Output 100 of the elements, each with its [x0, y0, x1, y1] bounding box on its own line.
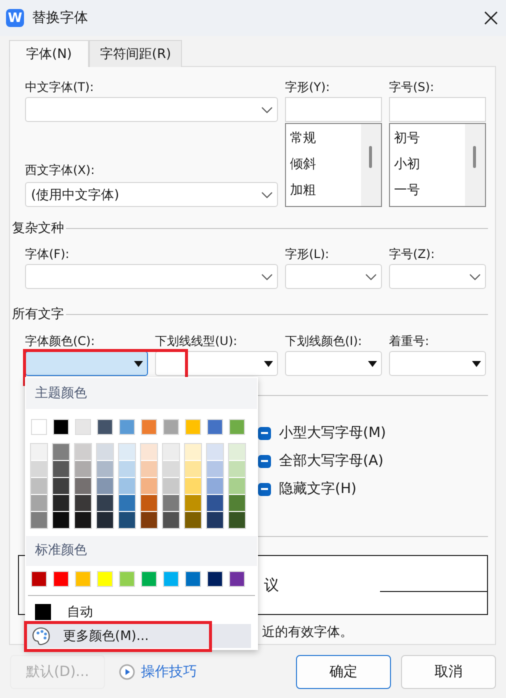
- tab[interactable]: 字体(N): [9, 40, 89, 67]
- color-swatch[interactable]: [31, 419, 47, 435]
- color-swatch[interactable]: [119, 478, 135, 494]
- color-swatch[interactable]: [119, 571, 135, 587]
- caret-icon: [368, 360, 377, 366]
- color-swatch[interactable]: [207, 461, 223, 477]
- color-swatch[interactable]: [53, 571, 69, 587]
- color-swatch[interactable]: [207, 444, 223, 460]
- color-swatch[interactable]: [163, 444, 179, 460]
- color-swatch[interactable]: [229, 512, 245, 528]
- scrollbar[interactable]: [361, 124, 381, 206]
- color-swatch[interactable]: [31, 478, 47, 494]
- color-swatch[interactable]: [185, 495, 201, 511]
- color-swatch[interactable]: [229, 444, 245, 460]
- color-swatch[interactable]: [97, 461, 113, 477]
- color-swatch[interactable]: [207, 419, 223, 435]
- color-swatch[interactable]: [97, 478, 113, 494]
- color-swatch[interactable]: [229, 461, 245, 477]
- color-swatch[interactable]: [97, 419, 113, 435]
- color-swatch[interactable]: [119, 495, 135, 511]
- dropdown[interactable]: [25, 351, 148, 376]
- color-swatch[interactable]: [141, 444, 157, 460]
- color-swatch[interactable]: [31, 444, 47, 460]
- color-swatch[interactable]: [75, 571, 91, 587]
- close-icon[interactable]: [482, 9, 500, 27]
- color-swatch[interactable]: [97, 571, 113, 587]
- section-title: 复杂文种: [12, 220, 64, 237]
- color-swatch[interactable]: [163, 419, 179, 435]
- menu-item[interactable]: 自动: [26, 600, 257, 624]
- color-swatch[interactable]: [141, 512, 157, 528]
- color-swatch[interactable]: [185, 461, 201, 477]
- caret-icon: [472, 360, 481, 366]
- color-swatch[interactable]: [119, 461, 135, 477]
- color-swatch[interactable]: [31, 495, 47, 511]
- color-swatch[interactable]: [53, 444, 69, 460]
- list-box[interactable]: 常规 倾斜 加粗: [285, 122, 382, 206]
- dialog-button[interactable]: 取消: [401, 655, 496, 689]
- color-swatch[interactable]: [31, 571, 47, 587]
- color-swatch[interactable]: [141, 478, 157, 494]
- color-swatch[interactable]: [229, 571, 245, 587]
- list-box[interactable]: 初号 小初 一号: [389, 122, 486, 206]
- color-swatch[interactable]: [97, 444, 113, 460]
- color-swatch[interactable]: [119, 444, 135, 460]
- list-item[interactable]: 常规: [290, 126, 361, 152]
- color-swatch[interactable]: [53, 495, 69, 511]
- color-swatch[interactable]: [207, 478, 223, 494]
- checkbox[interactable]: [258, 426, 271, 440]
- color-swatch[interactable]: [207, 495, 223, 511]
- color-swatch[interactable]: [163, 461, 179, 477]
- list-item[interactable]: 初号: [394, 126, 465, 152]
- section-title: 所有文字: [12, 306, 64, 323]
- scrollbar[interactable]: [465, 124, 485, 206]
- color-swatch[interactable]: [53, 512, 69, 528]
- color-swatch[interactable]: [53, 461, 69, 477]
- color-swatch[interactable]: [97, 495, 113, 511]
- color-swatch[interactable]: [185, 478, 201, 494]
- color-swatch[interactable]: [119, 512, 135, 528]
- color-swatch[interactable]: [141, 419, 157, 435]
- color-swatch[interactable]: [75, 461, 91, 477]
- color-swatch[interactable]: [141, 571, 157, 587]
- color-swatch[interactable]: [119, 419, 135, 435]
- color-swatch[interactable]: [229, 478, 245, 494]
- color-swatch[interactable]: [75, 512, 91, 528]
- text-field[interactable]: [285, 97, 382, 122]
- color-swatch[interactable]: [31, 512, 47, 528]
- tips-link[interactable]: 操作技巧: [119, 663, 197, 681]
- color-swatch[interactable]: [75, 478, 91, 494]
- color-swatch[interactable]: [185, 419, 201, 435]
- text-field[interactable]: [389, 97, 486, 122]
- list-item[interactable]: 加粗: [290, 178, 361, 204]
- field-label: 西文字体(X):: [25, 162, 96, 179]
- list-item[interactable]: 倾斜: [290, 152, 361, 178]
- tab[interactable]: 字符间距(R): [88, 40, 182, 67]
- list-item[interactable]: 小初: [394, 152, 465, 178]
- color-swatch[interactable]: [141, 461, 157, 477]
- color-swatch[interactable]: [163, 512, 179, 528]
- color-swatch[interactable]: [75, 495, 91, 511]
- color-swatch[interactable]: [141, 495, 157, 511]
- list-item[interactable]: 一号: [394, 178, 465, 204]
- color-swatch[interactable]: [229, 419, 245, 435]
- color-swatch[interactable]: [53, 419, 69, 435]
- color-swatch[interactable]: [163, 495, 179, 511]
- color-swatch[interactable]: [75, 419, 91, 435]
- color-swatch[interactable]: [185, 444, 201, 460]
- color-swatch[interactable]: [229, 495, 245, 511]
- color-swatch[interactable]: [31, 461, 47, 477]
- color-swatch[interactable]: [207, 512, 223, 528]
- color-swatch[interactable]: [163, 478, 179, 494]
- dropdown[interactable]: (使用中文字体): [25, 182, 278, 207]
- checkbox[interactable]: [258, 482, 271, 496]
- color-swatch[interactable]: [163, 571, 179, 587]
- color-swatch[interactable]: [97, 512, 113, 528]
- color-swatch[interactable]: [185, 571, 201, 587]
- ok-button[interactable]: 确定: [296, 655, 391, 689]
- color-swatch[interactable]: [53, 478, 69, 494]
- checkbox[interactable]: [258, 454, 271, 468]
- chevron-down-icon: [365, 272, 377, 280]
- color-swatch[interactable]: [207, 571, 223, 587]
- color-swatch[interactable]: [185, 512, 201, 528]
- color-swatch[interactable]: [75, 444, 91, 460]
